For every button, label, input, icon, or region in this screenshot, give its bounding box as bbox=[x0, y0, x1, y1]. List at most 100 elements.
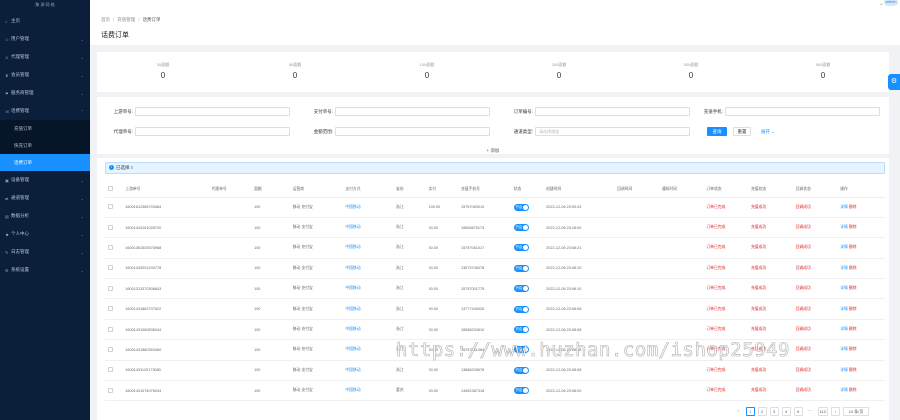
row-checkbox[interactable] bbox=[108, 244, 113, 250]
order-no-input[interactable] bbox=[535, 107, 690, 116]
checkbox-cell[interactable] bbox=[105, 278, 126, 300]
breadcrumb-home[interactable]: 首页 bbox=[101, 17, 110, 22]
search-button[interactable]: 查询 bbox=[707, 127, 727, 136]
row-checkbox[interactable] bbox=[108, 265, 113, 271]
row-checkbox[interactable] bbox=[108, 326, 113, 332]
status-toggle[interactable]: 开启 bbox=[513, 203, 529, 211]
sidebar-item[interactable]: ♙ 代理管理 ⌄ bbox=[0, 48, 90, 66]
sidebar-subitem[interactable]: 话费订单 bbox=[0, 154, 90, 171]
pay-method-cell[interactable]: 中国移动 bbox=[345, 278, 397, 300]
channel-select[interactable]: 请选择通道 bbox=[535, 127, 690, 136]
agent-no-input[interactable] bbox=[135, 127, 290, 136]
delete-link[interactable]: 删除 bbox=[849, 347, 857, 351]
sidebar-item[interactable]: ♛ 会员管理 ⌄ bbox=[0, 66, 90, 84]
checkbox-cell[interactable] bbox=[105, 319, 126, 341]
status-toggle[interactable]: 开启 bbox=[513, 326, 529, 334]
page-number[interactable]: ··· bbox=[805, 407, 815, 416]
checkbox-cell[interactable] bbox=[105, 237, 126, 259]
status-toggle[interactable]: 开启 bbox=[513, 285, 529, 293]
pay-method-cell[interactable]: 中国移动 bbox=[345, 360, 397, 382]
phone-input[interactable] bbox=[725, 107, 880, 116]
row-checkbox[interactable] bbox=[108, 346, 113, 352]
detail-link[interactable]: 详情 bbox=[840, 307, 848, 311]
page-size-select[interactable]: 10 条/页 bbox=[843, 407, 869, 416]
add-button[interactable]: + 添加 bbox=[97, 145, 889, 157]
delete-link[interactable]: 删除 bbox=[849, 205, 857, 209]
sidebar-item[interactable]: ▤ 数据分析 ⌄ bbox=[0, 207, 90, 225]
row-checkbox[interactable] bbox=[108, 224, 113, 230]
detail-link[interactable]: 详情 bbox=[840, 225, 848, 229]
prev-page-icon[interactable]: ‹ bbox=[733, 407, 743, 416]
detail-link[interactable]: 详情 bbox=[840, 245, 848, 249]
page-number[interactable]: 112 bbox=[817, 407, 828, 416]
select-all-cell[interactable] bbox=[105, 182, 126, 198]
page-number[interactable]: 2 bbox=[757, 407, 767, 416]
delete-link[interactable]: 删除 bbox=[849, 286, 857, 290]
status-toggle[interactable]: 开启 bbox=[513, 224, 529, 232]
detail-link[interactable]: 详情 bbox=[840, 347, 848, 351]
row-checkbox[interactable] bbox=[108, 387, 113, 393]
detail-link[interactable]: 详情 bbox=[840, 286, 848, 290]
page-number[interactable]: 1 bbox=[745, 407, 755, 416]
checkbox-cell[interactable] bbox=[105, 258, 126, 280]
checkbox-cell[interactable] bbox=[105, 380, 126, 402]
page-number[interactable]: 3 bbox=[769, 407, 779, 416]
sidebar-item[interactable]: ⚑ 服务商管理 ⌄ bbox=[0, 84, 90, 102]
sidebar-item[interactable]: ☻ 个人中心 ⌄ bbox=[0, 225, 90, 243]
next-page-icon[interactable]: › bbox=[831, 407, 840, 416]
sidebar-subitem[interactable]: 快充订单 bbox=[0, 137, 90, 154]
row-checkbox[interactable] bbox=[108, 204, 113, 210]
sidebar-item[interactable]: ⚙ 系统设置 ⌄ bbox=[0, 261, 90, 279]
sidebar-item[interactable]: ☺ 用户管理 ⌄ bbox=[0, 30, 90, 48]
detail-link[interactable]: 详情 bbox=[840, 327, 848, 331]
amount-input[interactable] bbox=[335, 127, 490, 136]
upstream-no-input[interactable] bbox=[135, 107, 290, 116]
status-toggle[interactable]: 开启 bbox=[513, 366, 529, 374]
page-number[interactable]: 4 bbox=[781, 407, 791, 416]
breadcrumb-section[interactable]: 充值管理 bbox=[117, 17, 135, 22]
status-toggle[interactable]: 开启 bbox=[513, 244, 529, 252]
detail-link[interactable]: 详情 bbox=[840, 266, 848, 270]
expand-button[interactable]: 展开 ⌄ bbox=[757, 127, 779, 136]
sidebar-item[interactable]: ☏ 话费管理 ⌃ bbox=[0, 102, 90, 120]
sidebar-item[interactable]: ✎ 日志管理 ⌄ bbox=[0, 243, 90, 261]
row-checkbox[interactable] bbox=[108, 367, 113, 373]
pay-method-cell[interactable]: 中国移动 bbox=[345, 217, 397, 239]
pay-method-cell[interactable]: 中国移动 bbox=[345, 258, 397, 280]
checkbox-cell[interactable] bbox=[105, 197, 126, 218]
pay-method-cell[interactable]: 中国移动 bbox=[345, 197, 397, 218]
delete-link[interactable]: 删除 bbox=[849, 368, 857, 372]
checkbox-cell[interactable] bbox=[105, 360, 126, 382]
pay-method-cell[interactable]: 中国移动 bbox=[345, 319, 397, 341]
page-number[interactable]: 5 bbox=[793, 407, 803, 416]
pay-method-cell[interactable]: 中国移动 bbox=[345, 339, 397, 361]
detail-link[interactable]: 详情 bbox=[840, 388, 848, 392]
status-toggle[interactable]: 开启 bbox=[513, 264, 529, 272]
status-toggle[interactable]: 开启 bbox=[513, 387, 529, 395]
checkbox-cell[interactable] bbox=[105, 339, 126, 361]
detail-link[interactable]: 详情 bbox=[840, 205, 848, 209]
delete-link[interactable]: 删除 bbox=[849, 266, 857, 270]
user-avatar[interactable]: admin bbox=[884, 0, 898, 6]
checkbox-cell[interactable] bbox=[105, 217, 126, 239]
status-toggle[interactable]: 开启 bbox=[513, 305, 529, 313]
checkbox-cell[interactable] bbox=[105, 298, 126, 320]
sidebar-subitem[interactable]: 充值订单 bbox=[0, 120, 90, 137]
row-checkbox[interactable] bbox=[108, 285, 113, 291]
delete-link[interactable]: 删除 bbox=[849, 245, 857, 249]
pay-method-cell[interactable]: 中国移动 bbox=[345, 237, 397, 259]
pay-method-cell[interactable]: 中国移动 bbox=[345, 298, 397, 320]
sidebar-item[interactable]: ⇄ 通道管理 ⌄ bbox=[0, 189, 90, 207]
delete-link[interactable]: 删除 bbox=[849, 327, 857, 331]
settings-float-icon[interactable]: ⚙ bbox=[888, 74, 900, 90]
reset-button[interactable]: 重置 bbox=[733, 127, 751, 136]
pay-no-input[interactable] bbox=[335, 107, 490, 116]
delete-link[interactable]: 删除 bbox=[849, 307, 857, 311]
delete-link[interactable]: 删除 bbox=[849, 388, 857, 392]
sidebar-item[interactable]: ▣ 设备管理 ⌄ bbox=[0, 171, 90, 189]
sidebar-item[interactable]: ⌂ 主页 bbox=[0, 12, 90, 30]
row-checkbox[interactable] bbox=[108, 306, 113, 312]
detail-link[interactable]: 详情 bbox=[840, 368, 848, 372]
pay-method-cell[interactable]: 中国移动 bbox=[345, 380, 397, 402]
delete-link[interactable]: 删除 bbox=[849, 225, 857, 229]
